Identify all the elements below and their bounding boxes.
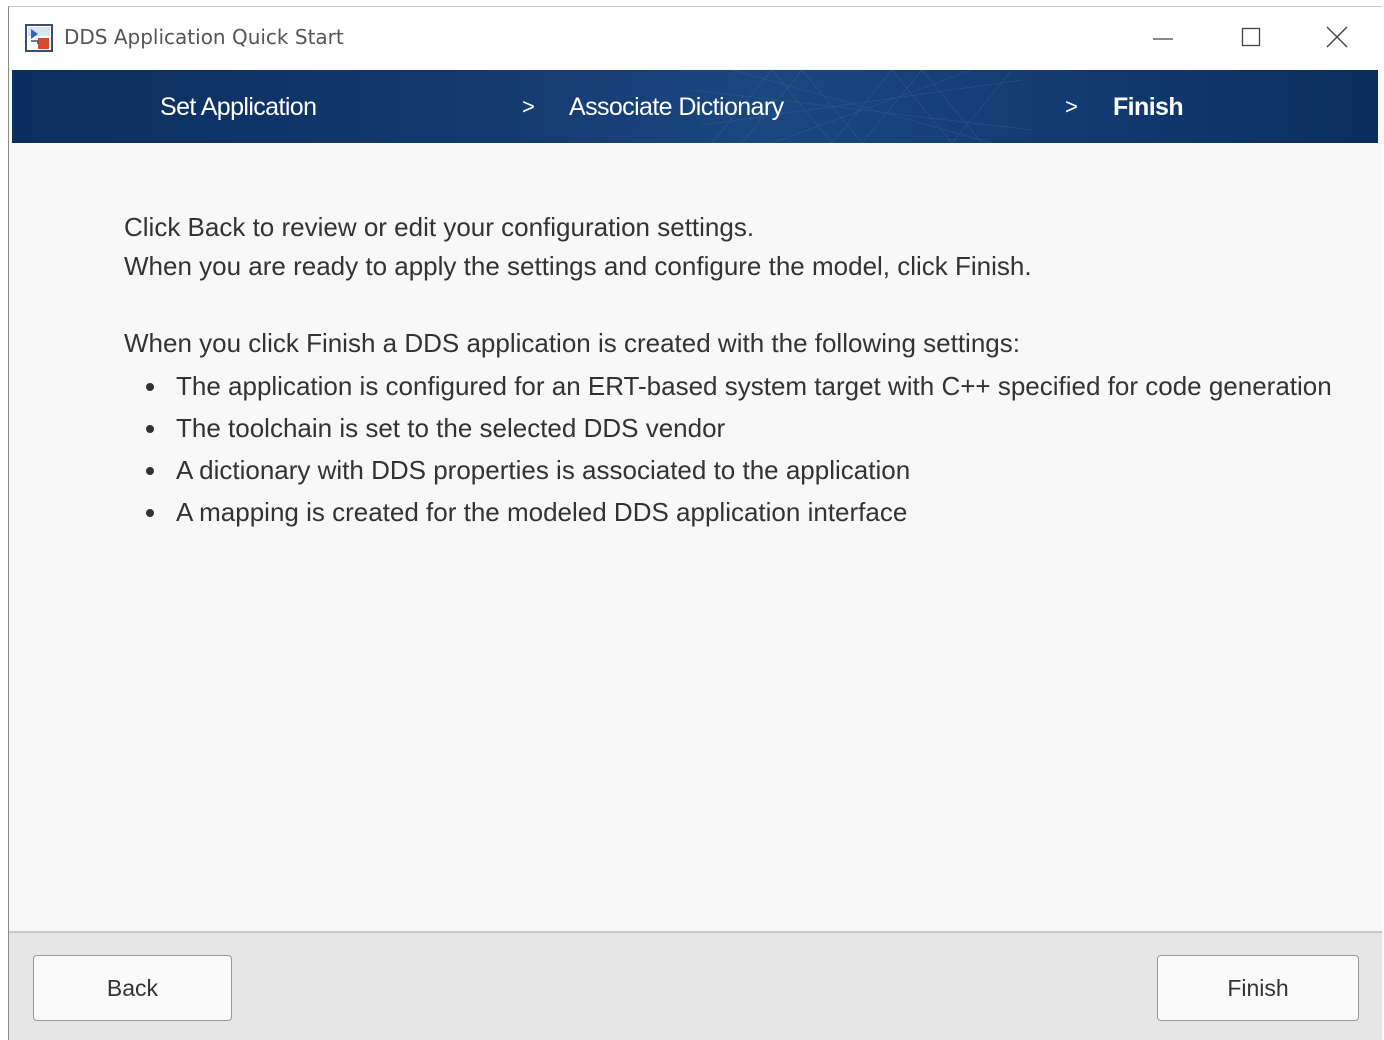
title-bar[interactable]: DDS Application Quick Start — [9, 7, 1382, 69]
minimize-button[interactable] — [1133, 15, 1193, 59]
summary-heading: When you click Finish a DDS application … — [124, 328, 1020, 358]
minimize-icon — [1153, 38, 1173, 40]
step-finish-current: Finish — [1113, 93, 1184, 121]
intro-line-finish: When you are ready to apply the settings… — [124, 251, 1032, 281]
app-icon — [25, 24, 53, 52]
step-associate-dictionary: Associate Dictionary — [569, 93, 784, 121]
list-item: The toolchain is set to the selected DDS… — [124, 407, 1344, 449]
button-bar: Back Finish — [9, 931, 1382, 1040]
finish-button[interactable]: Finish — [1157, 955, 1359, 1021]
quick-start-window: DDS Application Quick Start Set Applicat… — [8, 6, 1382, 1040]
close-button[interactable] — [1307, 15, 1367, 59]
step-set-application: Set Application — [160, 93, 317, 121]
settings-list: The application is configured for an ERT… — [124, 365, 1344, 533]
list-item: The application is configured for an ERT… — [124, 365, 1344, 407]
window-title: DDS Application Quick Start — [64, 25, 344, 49]
step-separator: > — [1065, 94, 1078, 119]
list-item: A mapping is created for the modeled DDS… — [124, 491, 1344, 533]
step-separator: > — [522, 94, 535, 119]
close-icon — [1326, 26, 1348, 48]
maximize-icon — [1241, 27, 1261, 47]
list-item: A dictionary with DDS properties is asso… — [124, 449, 1344, 491]
back-button[interactable]: Back — [33, 955, 232, 1021]
maximize-button[interactable] — [1221, 15, 1281, 59]
summary-content: Click Back to review or edit your config… — [124, 209, 1344, 533]
intro-line-back: Click Back to review or edit your config… — [124, 212, 755, 242]
wizard-step-banner: Set Application > Associate Dictionary >… — [12, 70, 1378, 143]
